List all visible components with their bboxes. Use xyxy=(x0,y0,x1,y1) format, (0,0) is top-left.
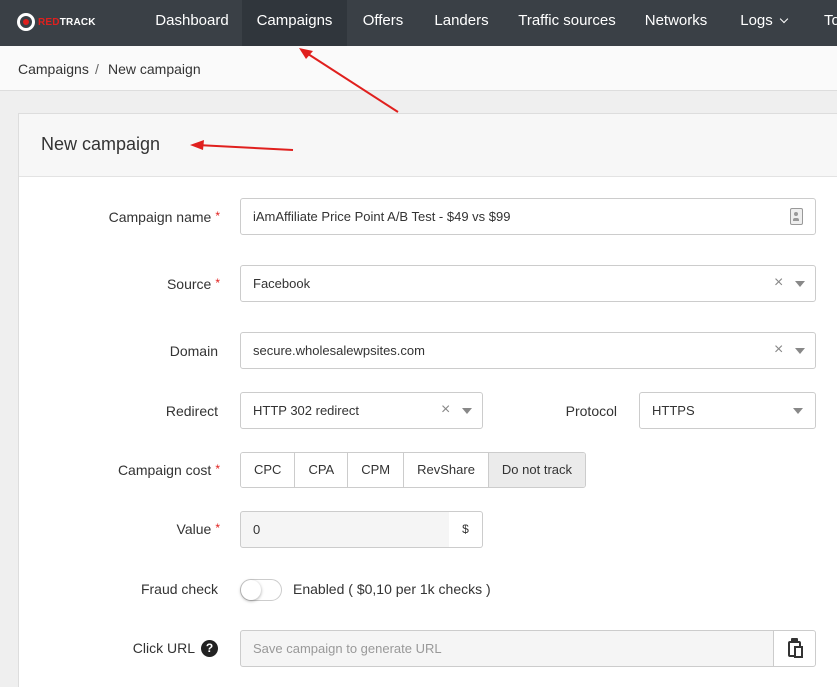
toggle-knob xyxy=(241,580,261,600)
click-url-placeholder: Save campaign to generate URL xyxy=(253,641,442,656)
logo-text: REDTRACK xyxy=(38,16,96,28)
cost-option-revshare[interactable]: RevShare xyxy=(404,453,489,487)
required-marker: * xyxy=(215,521,220,535)
cost-option-do-not-track[interactable]: Do not track xyxy=(488,453,586,487)
nav-traffic-sources[interactable]: Traffic sources xyxy=(504,0,630,46)
redirect-label: Redirect xyxy=(165,403,218,419)
caret-down-icon[interactable] xyxy=(793,408,803,414)
source-select[interactable]: Facebook × xyxy=(240,265,816,302)
required-marker: * xyxy=(215,209,220,223)
value-input[interactable]: 0 xyxy=(240,511,450,548)
required-marker: * xyxy=(215,276,220,290)
click-url-input[interactable]: Save campaign to generate URL xyxy=(240,630,774,667)
nav-landers[interactable]: Landers xyxy=(419,0,504,46)
domain-label: Domain xyxy=(169,343,218,359)
caret-down-icon[interactable] xyxy=(462,408,472,414)
breadcrumb: Campaigns / New campaign xyxy=(0,46,837,91)
nav-offers-label: Offers xyxy=(362,12,404,29)
cost-option-cpc[interactable]: CPC xyxy=(241,453,296,487)
nav-campaigns-label: Campaigns xyxy=(256,12,333,29)
redirect-value: HTTP 302 redirect xyxy=(253,403,359,418)
brand-logo[interactable]: REDTRACK xyxy=(17,11,96,33)
help-icon[interactable]: ? xyxy=(201,640,218,657)
click-url-label: Click URL? xyxy=(133,640,218,658)
nav-dashboard[interactable]: Dashboard xyxy=(142,0,242,46)
page-title: New campaign xyxy=(41,134,161,154)
campaign-cost-toggle-group: CPC CPA CPM RevShare Do not track xyxy=(240,452,587,488)
nav-logs[interactable]: Logs xyxy=(722,0,805,46)
source-value: Facebook xyxy=(253,276,311,291)
nav-dashboard-label: Dashboard xyxy=(155,12,229,29)
campaign-name-label: Campaign name * xyxy=(108,209,220,225)
fraud-check-label: Fraud check xyxy=(140,581,218,597)
protocol-value: HTTPS xyxy=(652,403,695,418)
breadcrumb-campaigns-link[interactable]: Campaigns xyxy=(18,61,89,77)
breadcrumb-separator: / xyxy=(95,61,99,77)
protocol-label: Protocol xyxy=(565,403,617,419)
copy-url-button[interactable] xyxy=(773,630,816,667)
currency-addon: $ xyxy=(449,511,483,548)
close-icon[interactable]: × xyxy=(774,274,783,292)
nav-tools-label: To xyxy=(824,12,837,29)
top-navbar: REDTRACK Dashboard Campaigns Offers Land… xyxy=(0,0,837,46)
nav-offers[interactable]: Offers xyxy=(347,0,419,46)
chevron-down-icon xyxy=(779,14,789,24)
close-icon[interactable]: × xyxy=(774,341,783,359)
domain-select[interactable]: secure.wholesalewpsites.com × xyxy=(240,332,816,369)
nav-logs-label: Logs xyxy=(740,12,773,29)
fraud-check-text: Enabled ( $0,10 per 1k checks ) xyxy=(293,581,491,597)
panel-header: New campaign xyxy=(19,114,837,177)
contact-card-icon[interactable] xyxy=(790,208,803,225)
nav-traffic-sources-label: Traffic sources xyxy=(518,12,616,29)
source-label: Source * xyxy=(166,276,220,292)
nav-networks-label: Networks xyxy=(644,12,708,29)
close-icon[interactable]: × xyxy=(441,401,450,419)
logo-icon xyxy=(17,13,35,31)
clipboard-clip xyxy=(791,638,798,643)
protocol-select[interactable]: HTTPS xyxy=(639,392,816,429)
domain-value: secure.wholesalewpsites.com xyxy=(253,343,425,358)
cost-option-cpa[interactable]: CPA xyxy=(295,453,349,487)
clipboard-sheet xyxy=(794,646,803,658)
caret-down-icon[interactable] xyxy=(795,281,805,287)
nav-tools[interactable]: To xyxy=(824,0,837,46)
cost-option-cpm[interactable]: CPM xyxy=(348,453,405,487)
caret-down-icon[interactable] xyxy=(795,348,805,354)
nav-campaigns[interactable]: Campaigns xyxy=(242,0,347,46)
required-marker: * xyxy=(215,462,220,476)
fraud-check-toggle[interactable] xyxy=(240,579,282,601)
value-label: Value * xyxy=(176,521,220,537)
campaign-cost-label: Campaign cost * xyxy=(117,462,220,478)
nav-networks[interactable]: Networks xyxy=(630,0,722,46)
campaign-name-value: iAmAffiliate Price Point A/B Test - $49 … xyxy=(253,209,511,224)
breadcrumb-current: New campaign xyxy=(108,61,201,77)
value-value: 0 xyxy=(253,522,261,537)
redirect-select[interactable]: HTTP 302 redirect × xyxy=(240,392,483,429)
campaign-name-input[interactable]: iAmAffiliate Price Point A/B Test - $49 … xyxy=(240,198,816,235)
nav-landers-label: Landers xyxy=(434,12,489,29)
